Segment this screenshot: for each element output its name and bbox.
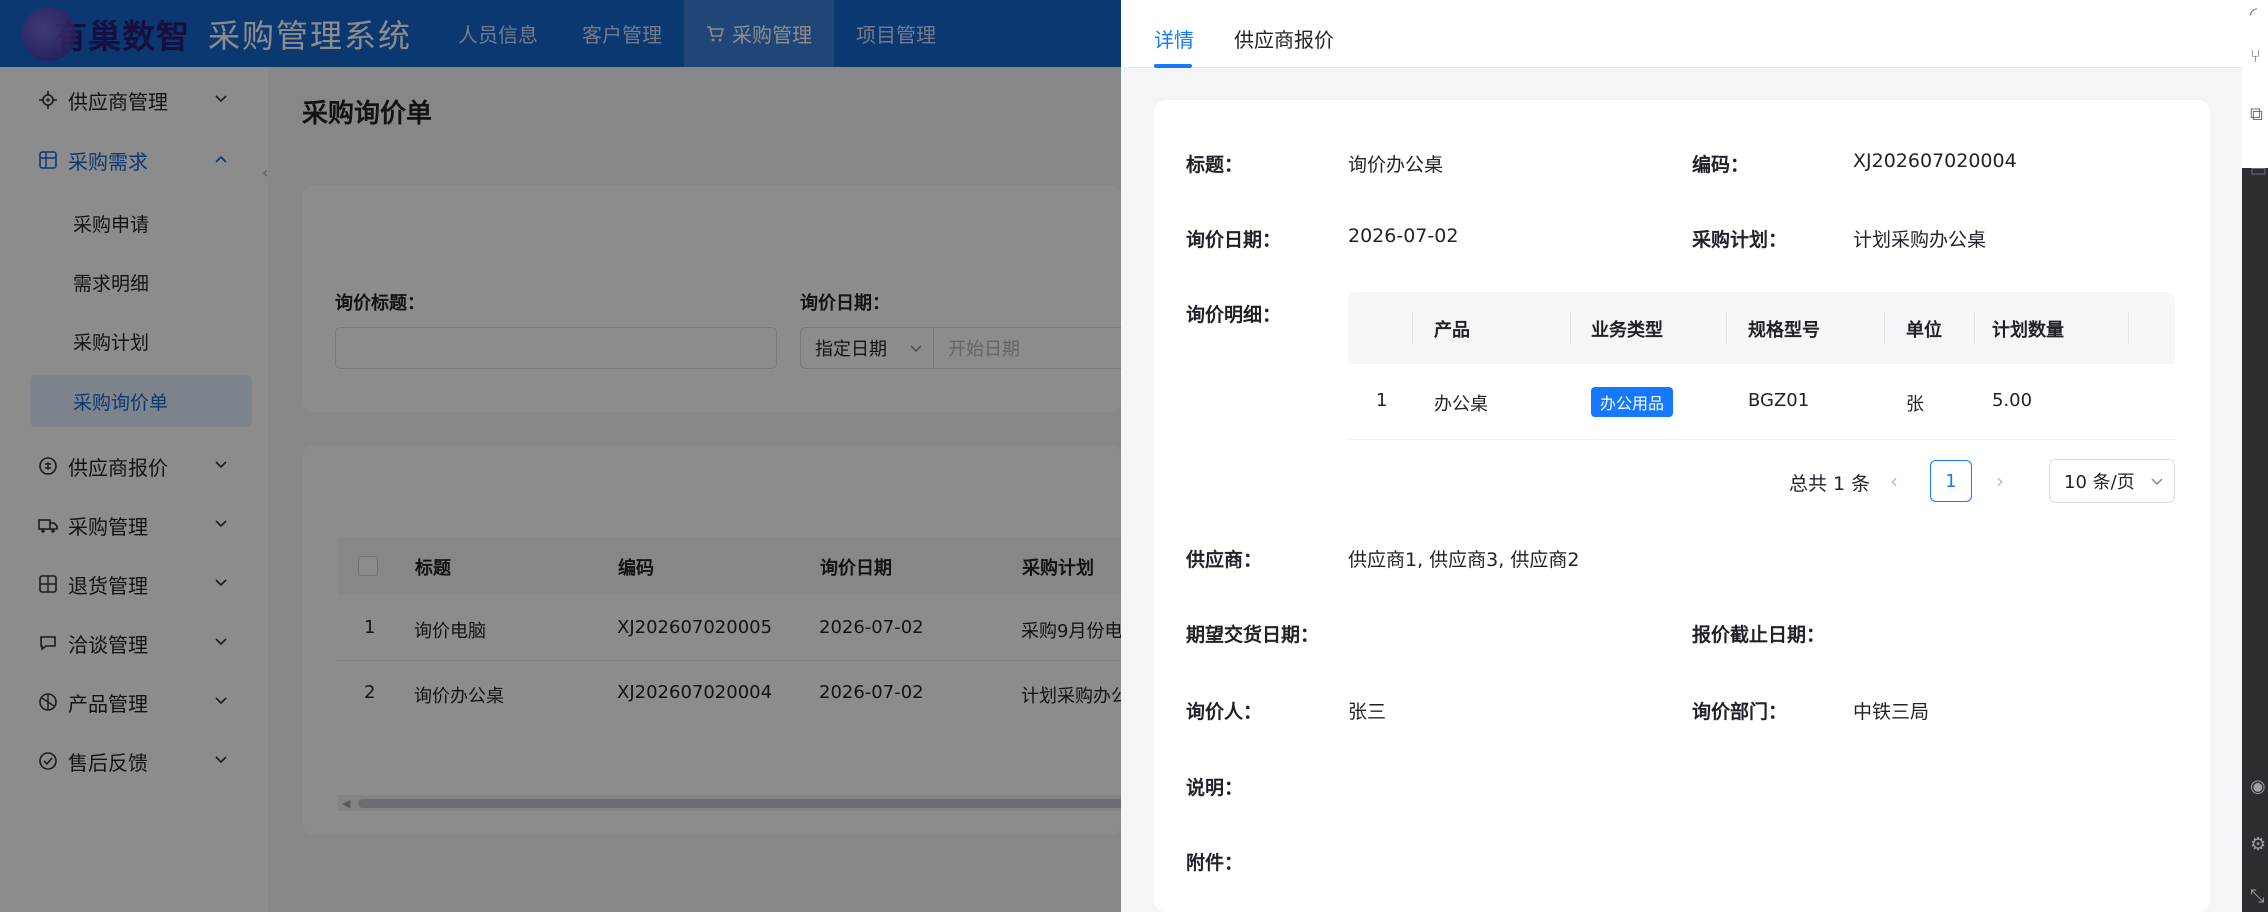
row-product: 办公桌 [1434, 394, 1488, 415]
col-spec: 规格型号 [1748, 320, 1820, 341]
business-type-tag: 办公用品 [1591, 387, 1674, 417]
settings-icon[interactable]: ⚙ [2250, 834, 2268, 856]
row-divider [1348, 439, 2175, 440]
plugin-icon[interactable]: ⧉ [2250, 104, 2268, 126]
branch-icon[interactable]: ⑂ [2250, 46, 2268, 68]
page-1-button[interactable]: 1 [1930, 460, 1972, 502]
field-title-label: 标题： [1186, 154, 1244, 176]
detail-card: 标题： 询价办公桌 编码： XJ202607020004 询价日期： 2026-… [1154, 100, 2210, 912]
field-plan-label: 采购计划： [1692, 229, 1788, 251]
field-dept-value: 中铁三局 [1853, 701, 1930, 723]
header-separator [1726, 312, 1727, 344]
field-date-label: 询价日期： [1186, 229, 1282, 251]
field-supplier-label: 供应商： [1186, 549, 1263, 571]
tab-detail[interactable]: 详情 [1154, 24, 1194, 53]
page-size-value: 10 条/页 [2064, 472, 2135, 493]
detail-table-header: 产品 业务类型 规格型号 单位 计划数量 [1348, 292, 2175, 364]
field-supplier-value: 供应商1, 供应商3, 供应商2 [1348, 549, 1580, 571]
right-toolbar-dark [2242, 168, 2268, 912]
col-business-type: 业务类型 [1591, 320, 1663, 341]
chevron-down-icon [2151, 478, 2163, 486]
tab-supplier-quotes[interactable]: 供应商报价 [1234, 24, 1334, 53]
field-attach-label: 附件： [1186, 852, 1244, 874]
account-icon[interactable]: ◉ [2250, 776, 2268, 798]
modal-overlay[interactable] [0, 0, 1121, 912]
layout-icon[interactable]: ▭ [2250, 160, 2268, 182]
page-size-select[interactable]: 10 条/页 [2049, 459, 2175, 503]
prev-page-icon[interactable]: ‹ [1890, 469, 1898, 493]
field-code-value: XJ202607020004 [1853, 150, 2017, 172]
row-unit: 张 [1906, 394, 1924, 415]
collapse-icon[interactable]: ⤡ [2250, 886, 2268, 908]
field-plan-value: 计划采购办公桌 [1853, 229, 1987, 251]
header-separator [1884, 312, 1885, 344]
field-dept-label: 询价部门： [1692, 701, 1788, 723]
pagination-total: 总共 1 条 [1789, 473, 1871, 495]
header-separator [1412, 312, 1413, 344]
row-quantity: 5.00 [1992, 390, 2033, 411]
col-product: 产品 [1434, 320, 1470, 341]
toolbar-arc-icon[interactable]: ◜ [2250, 4, 2268, 26]
row-spec: BGZ01 [1748, 390, 1810, 411]
row-number: 1 [1376, 390, 1388, 411]
header-separator [2128, 312, 2129, 344]
field-delivery-label: 期望交货日期： [1186, 624, 1320, 646]
field-detail-label: 询价明细： [1186, 304, 1282, 326]
field-note-label: 说明： [1186, 777, 1244, 799]
header-separator [1974, 312, 1975, 344]
field-inquirer-label: 询价人： [1186, 701, 1263, 723]
col-unit: 单位 [1906, 320, 1942, 341]
tab-active-indicator [1154, 64, 1192, 68]
header-separator [1570, 312, 1571, 344]
field-deadline-label: 报价截止日期： [1692, 624, 1826, 646]
field-date-value: 2026-07-02 [1348, 225, 1459, 247]
field-inquirer-value: 张三 [1348, 701, 1387, 723]
next-page-icon[interactable]: › [1996, 469, 2004, 493]
drawer-tabs: 详情 供应商报价 [1121, 0, 2242, 68]
col-quantity: 计划数量 [1992, 320, 2064, 341]
field-code-label: 编码： [1692, 154, 1750, 176]
field-title-value: 询价办公桌 [1348, 154, 1444, 176]
detail-drawer: 详情 供应商报价 标题： 询价办公桌 编码： XJ202607020004 询价… [1121, 0, 2242, 912]
